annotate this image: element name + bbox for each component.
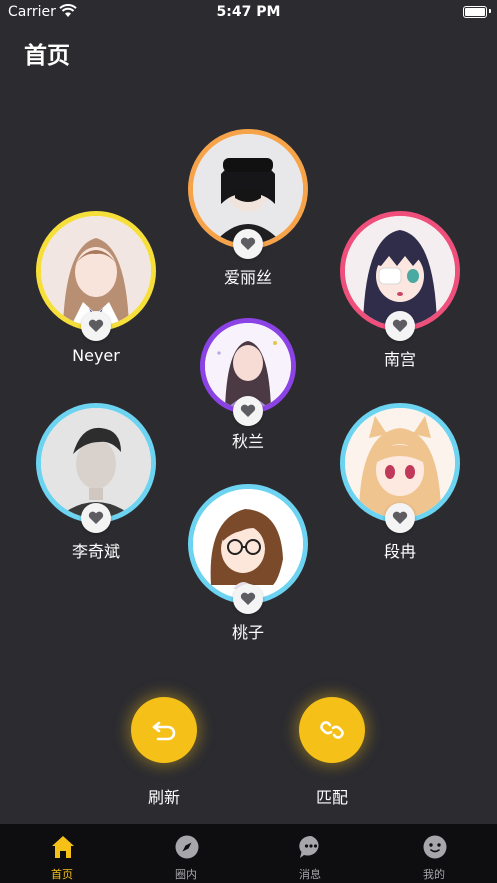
undo-arrow-icon [152,721,176,741]
like-button[interactable] [233,396,263,426]
profile-name: 爱丽丝 [223,268,272,287]
page-title: 首页 [24,43,70,69]
profile-card-neyer[interactable]: Neyer [36,211,156,371]
profile-icon [423,835,447,859]
tab-bar: 首页 圈内 消息 我的 [0,824,497,883]
tab-messages[interactable]: 消息 [248,824,372,883]
tab-label: 圈内 [175,868,197,881]
heart-icon [88,319,104,332]
heart-icon [392,511,408,524]
tab-label: 我的 [423,868,445,881]
profile-card-alice[interactable]: 爱丽丝 [188,129,308,289]
status-bar: Carrier 5:47 PM [0,0,497,26]
profile-card-qiulan[interactable]: 秋兰 [200,318,296,453]
like-button[interactable] [233,584,263,614]
like-button[interactable] [233,229,263,259]
tab-home[interactable]: 首页 [0,824,124,883]
tab-label: 消息 [299,868,321,881]
profile-name: 段冉 [383,542,416,561]
tab-circle[interactable]: 圈内 [124,824,248,883]
status-time: 5:47 PM [216,4,281,20]
profile-name: 秋兰 [231,432,264,451]
profile-name: 桃子 [231,623,264,642]
chat-icon [299,835,319,858]
heart-icon [392,319,408,332]
heart-icon [240,237,256,250]
home-icon [52,836,74,858]
match-label: 匹配 [315,788,348,807]
like-button[interactable] [81,311,111,341]
profile-card-taozi[interactable]: 桃子 [188,484,308,644]
refresh-button[interactable] [131,697,197,763]
heart-icon [88,511,104,524]
like-button[interactable] [81,503,111,533]
profile-name: Neyer [72,346,120,365]
match-button[interactable] [299,697,365,763]
heart-icon [240,404,256,417]
like-button[interactable] [385,503,415,533]
profile-card-nangong[interactable]: 南宫 [340,211,460,371]
compass-icon [175,835,199,859]
tab-profile[interactable]: 我的 [372,824,496,883]
profile-card-duanran[interactable]: 段冉 [340,403,460,563]
profile-card-liqibin[interactable]: 李奇斌 [36,403,156,563]
link-icon [320,721,344,739]
heart-icon [240,592,256,605]
refresh-label: 刷新 [147,788,180,807]
profile-name: 南宫 [383,350,416,369]
tab-label: 首页 [51,868,73,881]
battery-icon [463,6,487,18]
profile-name: 李奇斌 [71,542,120,561]
like-button[interactable] [385,311,415,341]
